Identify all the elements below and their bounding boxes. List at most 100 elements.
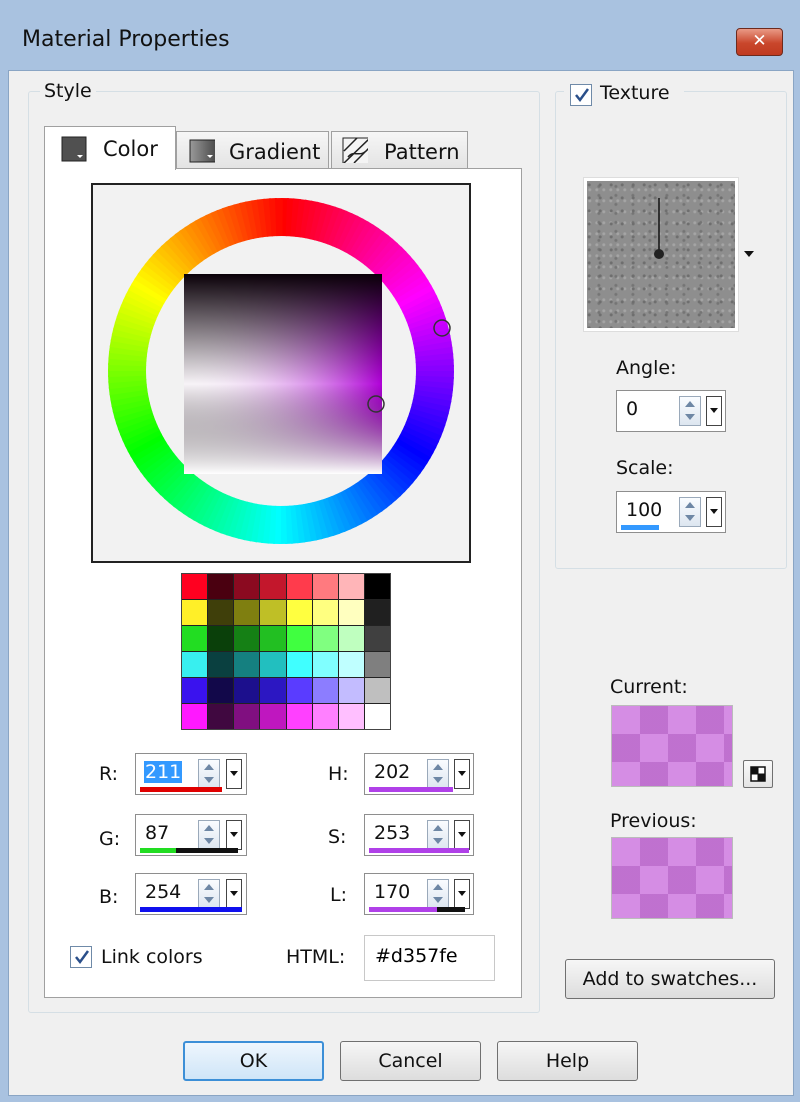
color-swatch[interactable] (208, 704, 234, 729)
color-swatch[interactable] (286, 600, 312, 625)
color-swatch[interactable] (182, 652, 208, 677)
color-swatch[interactable] (182, 574, 208, 599)
h-value[interactable]: 202 (374, 761, 410, 783)
color-swatch[interactable] (364, 704, 390, 729)
color-swatch[interactable] (260, 652, 286, 677)
color-swatch[interactable] (208, 626, 234, 651)
color-swatch[interactable] (182, 600, 208, 625)
angle-spinbox[interactable]: 0 (616, 390, 726, 432)
color-swatch[interactable] (260, 574, 286, 599)
g-dropdown[interactable] (226, 820, 242, 850)
s-spinbox[interactable]: 253 (364, 814, 474, 856)
link-colors-checkbox[interactable] (70, 946, 92, 968)
color-swatch[interactable] (286, 704, 312, 729)
h-dropdown[interactable] (454, 759, 470, 789)
l-dropdown[interactable] (454, 879, 470, 909)
color-swatch[interactable] (208, 678, 234, 703)
scale-dropdown[interactable] (706, 497, 722, 527)
b-spin-arrows[interactable] (198, 879, 220, 909)
texture-label[interactable]: Texture (600, 82, 670, 104)
tab-pattern[interactable]: Pattern (331, 131, 468, 169)
tab-gradient[interactable]: Gradient (176, 131, 329, 169)
r-spin-arrows[interactable] (198, 759, 220, 789)
color-swatch[interactable] (234, 704, 260, 729)
color-swatch[interactable] (182, 626, 208, 651)
h-spin-arrows[interactable] (427, 759, 449, 789)
color-swatch[interactable] (234, 574, 260, 599)
color-swatch[interactable] (338, 600, 364, 625)
scale-spin-arrows[interactable] (679, 497, 701, 527)
color-swatch[interactable] (286, 678, 312, 703)
color-swatch[interactable] (234, 626, 260, 651)
ok-button[interactable]: OK (183, 1041, 324, 1081)
color-swatch[interactable] (260, 600, 286, 625)
texture-checkbox[interactable] (570, 84, 592, 106)
s-dropdown[interactable] (454, 820, 470, 850)
g-value[interactable]: 87 (145, 822, 169, 844)
help-button[interactable]: Help (497, 1041, 638, 1081)
color-swatch[interactable] (364, 652, 390, 677)
r-spinbox[interactable]: 211 (135, 753, 247, 795)
color-swatch[interactable] (234, 652, 260, 677)
color-swatch[interactable] (312, 626, 338, 651)
color-swatch[interactable] (312, 678, 338, 703)
cancel-button[interactable]: Cancel (340, 1041, 481, 1081)
color-swatch[interactable] (312, 574, 338, 599)
current-material-preview[interactable] (611, 705, 733, 787)
color-swatch[interactable] (234, 678, 260, 703)
color-swatch[interactable] (338, 652, 364, 677)
scale-spinbox[interactable]: 100 (616, 491, 726, 533)
color-swatch[interactable] (182, 704, 208, 729)
b-spinbox[interactable]: 254 (135, 873, 247, 915)
color-swatch[interactable] (364, 678, 390, 703)
color-swatch[interactable] (364, 574, 390, 599)
color-swatch[interactable] (260, 704, 286, 729)
color-swatch[interactable] (312, 600, 338, 625)
color-swatch[interactable] (208, 652, 234, 677)
color-swatch[interactable] (364, 600, 390, 625)
color-swatch[interactable] (312, 704, 338, 729)
close-button[interactable]: ✕ (736, 28, 783, 56)
color-swatch[interactable] (364, 626, 390, 651)
angle-spin-arrows[interactable] (679, 396, 701, 426)
color-swatch[interactable] (260, 678, 286, 703)
l-spinbox[interactable]: 170 (364, 873, 474, 915)
color-swatch[interactable] (234, 600, 260, 625)
s-value[interactable]: 253 (374, 822, 410, 844)
color-swatch[interactable] (260, 626, 286, 651)
color-swatch[interactable] (286, 652, 312, 677)
color-swatch[interactable] (338, 704, 364, 729)
l-value[interactable]: 170 (374, 881, 410, 903)
swap-button[interactable] (743, 760, 773, 788)
r-dropdown[interactable] (226, 759, 242, 789)
color-swatch[interactable] (286, 574, 312, 599)
angle-dropdown[interactable] (706, 396, 722, 426)
color-swatch[interactable] (338, 626, 364, 651)
scale-value[interactable]: 100 (626, 499, 662, 521)
color-swatch[interactable] (338, 574, 364, 599)
texture-dropdown-arrow-icon[interactable] (744, 251, 754, 257)
s-spin-arrows[interactable] (427, 820, 449, 850)
tab-color[interactable]: Color (44, 126, 176, 170)
color-wheel-area[interactable] (91, 183, 471, 563)
texture-preview[interactable] (583, 177, 739, 332)
h-spinbox[interactable]: 202 (364, 753, 474, 795)
html-color-input[interactable]: #d357fe (364, 935, 495, 981)
b-dropdown[interactable] (226, 879, 242, 909)
color-swatch[interactable] (182, 678, 208, 703)
color-swatch[interactable] (208, 574, 234, 599)
g-spinbox[interactable]: 87 (135, 814, 247, 856)
color-swatch[interactable] (312, 652, 338, 677)
link-colors-label[interactable]: Link colors (101, 946, 203, 968)
color-swatch[interactable] (286, 626, 312, 651)
color-swatch[interactable] (208, 600, 234, 625)
color-wheel[interactable] (93, 185, 469, 561)
l-spin-arrows[interactable] (427, 879, 449, 909)
add-to-swatches-button[interactable]: Add to swatches... (565, 959, 775, 999)
r-value[interactable]: 211 (144, 761, 183, 783)
angle-value[interactable]: 0 (626, 398, 638, 420)
color-swatch[interactable] (338, 678, 364, 703)
b-value[interactable]: 254 (145, 881, 181, 903)
previous-material-preview[interactable] (611, 837, 733, 919)
g-spin-arrows[interactable] (198, 820, 220, 850)
